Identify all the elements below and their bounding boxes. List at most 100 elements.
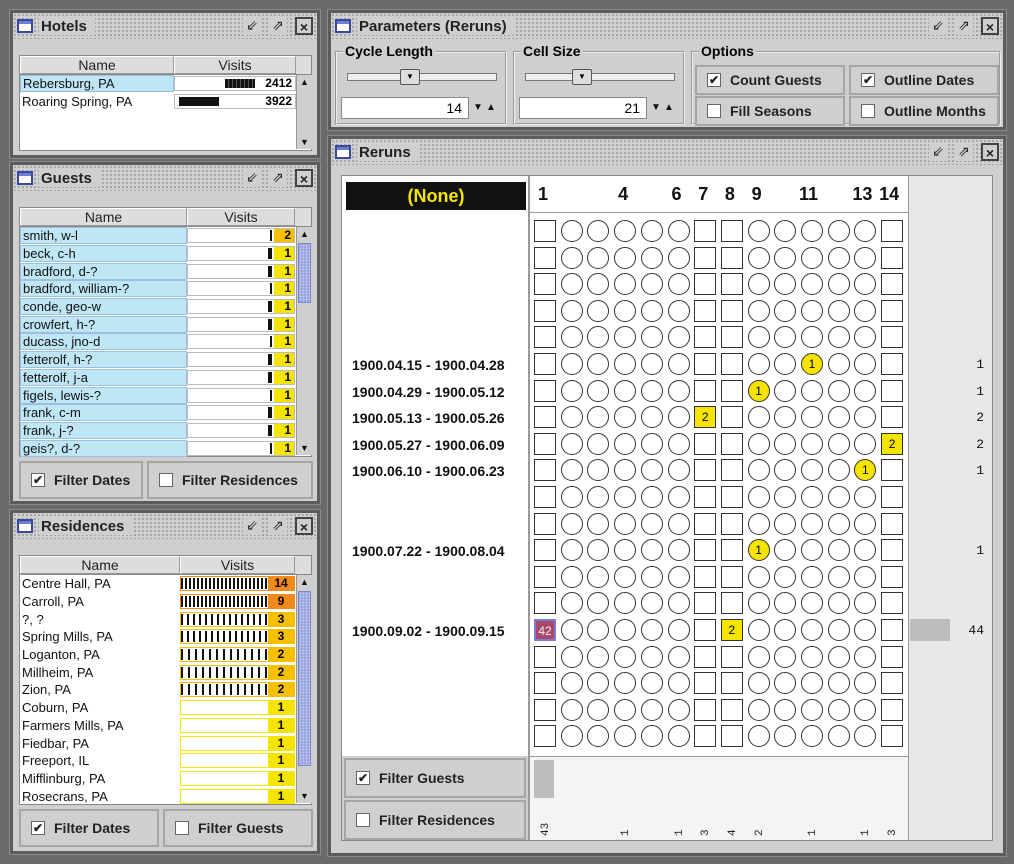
rerun-cell[interactable] [827,539,850,562]
date-range-label[interactable]: 1900.09.02 - 1900.09.15 [352,623,505,639]
rerun-cell[interactable] [614,273,637,296]
rerun-cell[interactable] [774,486,797,508]
rerun-cell[interactable] [827,406,850,429]
rerun-cell[interactable] [560,246,583,269]
rerun-cell[interactable] [614,672,637,695]
rerun-cell[interactable] [827,379,850,402]
table-row[interactable]: Spring Mills, PA 3 [20,628,311,646]
table-row[interactable]: Coburn, PA 1 [20,699,311,717]
rerun-cell[interactable] [560,619,583,641]
reruns-titlebar[interactable]: Reruns ⇙ ⇗ × [331,139,1003,165]
rerun-cell[interactable] [854,406,877,429]
parameters-titlebar[interactable]: Parameters (Reruns) ⇙ ⇗ × [331,13,1003,39]
rerun-cell[interactable] [694,459,717,482]
scroll-down-icon[interactable]: ▼ [297,135,312,149]
rerun-cell[interactable] [640,486,663,508]
rerun-cell[interactable] [640,246,663,269]
date-range-label[interactable]: 1900.07.22 - 1900.08.04 [352,543,505,559]
rerun-cell[interactable] [827,246,850,269]
rerun-cell[interactable] [801,672,823,695]
rerun-cell[interactable] [667,220,690,242]
rerun-cell[interactable] [560,645,583,668]
rerun-cell[interactable] [720,698,743,721]
table-row[interactable]: bradford, d-? 1 [20,262,311,280]
rerun-cell[interactable] [614,592,637,615]
rerun-cell[interactable] [587,353,610,375]
rerun-cell[interactable] [667,353,690,375]
rerun-cell[interactable] [560,672,583,695]
cell-size-slider[interactable]: ▼ [525,69,675,85]
rerun-cell[interactable] [747,326,770,349]
rerun-cell[interactable] [774,539,797,562]
rerun-cell[interactable] [587,672,610,695]
rerun-cell[interactable] [720,486,743,508]
rerun-cell[interactable] [667,512,690,535]
hotels-titlebar[interactable]: Hotels ⇙ ⇗ × [13,13,317,39]
scroll-thumb[interactable] [298,591,311,766]
rerun-cell[interactable] [801,725,823,748]
close-icon[interactable]: × [981,143,999,161]
rerun-cell[interactable] [694,246,717,269]
rerun-cell[interactable] [534,592,556,615]
rerun-cell[interactable] [694,512,717,535]
rerun-cell[interactable] [854,379,877,402]
rerun-cell[interactable] [747,565,770,588]
rerun-cell[interactable] [801,459,823,482]
rerun-cell[interactable] [640,725,663,748]
outline-months-checkbox[interactable]: Outline Months [849,96,999,126]
rerun-cell[interactable] [774,353,797,375]
rerun-cell[interactable] [774,326,797,349]
rerun-cell[interactable] [854,698,877,721]
rerun-cell[interactable] [801,698,823,721]
rerun-cell[interactable] [694,672,717,695]
rerun-cell[interactable] [881,698,904,721]
rerun-cell[interactable] [720,353,743,375]
rerun-cell[interactable] [747,645,770,668]
rerun-cell[interactable] [534,565,556,588]
rerun-cell[interactable] [587,619,610,641]
rerun-cell[interactable] [801,592,823,615]
rerun-cell[interactable] [747,619,770,641]
table-row[interactable]: Mifflinburg, PA 1 [20,770,311,788]
scroll-down-icon[interactable]: ▼ [297,789,312,803]
rerun-cell[interactable] [560,592,583,615]
rerun-cell[interactable] [720,512,743,535]
rerun-cell[interactable] [614,619,637,641]
rerun-cell[interactable] [694,273,717,296]
increment-icon[interactable]: ▲ [485,99,497,117]
rerun-cell[interactable] [827,645,850,668]
rerun-cell[interactable] [587,539,610,562]
rerun-cell[interactable] [694,592,717,615]
table-row[interactable]: Rosecrans, PA 1 [20,787,311,805]
rerun-cell[interactable] [614,432,637,455]
rerun-cell[interactable] [774,592,797,615]
rerun-cell[interactable] [801,512,823,535]
rerun-cell[interactable] [614,565,637,588]
rerun-cell[interactable] [560,326,583,349]
rerun-cell[interactable] [747,486,770,508]
rerun-cell[interactable] [560,725,583,748]
rerun-cell[interactable] [854,645,877,668]
filter-guests-checkbox[interactable]: ✔ Filter Guests [344,758,526,798]
rerun-cell[interactable] [614,353,637,375]
rerun-cell[interactable] [774,406,797,429]
rerun-cell[interactable] [854,220,877,242]
rerun-cell[interactable] [720,220,743,242]
rerun-cell[interactable] [827,512,850,535]
rerun-cell[interactable] [667,565,690,588]
rerun-cell[interactable] [640,459,663,482]
rerun-cell[interactable] [774,512,797,535]
rerun-cell[interactable] [774,246,797,269]
rerun-cell[interactable] [560,220,583,242]
rerun-cell[interactable] [640,592,663,615]
rerun-cell[interactable] [587,432,610,455]
table-row[interactable]: Fiedbar, PA 1 [20,734,311,752]
rerun-cell[interactable] [747,512,770,535]
residences-scrollbar[interactable]: ▲ ▼ [296,575,312,803]
maximize-icon[interactable]: ⇗ [269,517,287,535]
rerun-cell[interactable] [614,246,637,269]
rerun-cell[interactable] [667,645,690,668]
rerun-cell[interactable] [827,486,850,508]
rerun-cell[interactable] [827,725,850,748]
rerun-cell[interactable] [534,246,556,269]
